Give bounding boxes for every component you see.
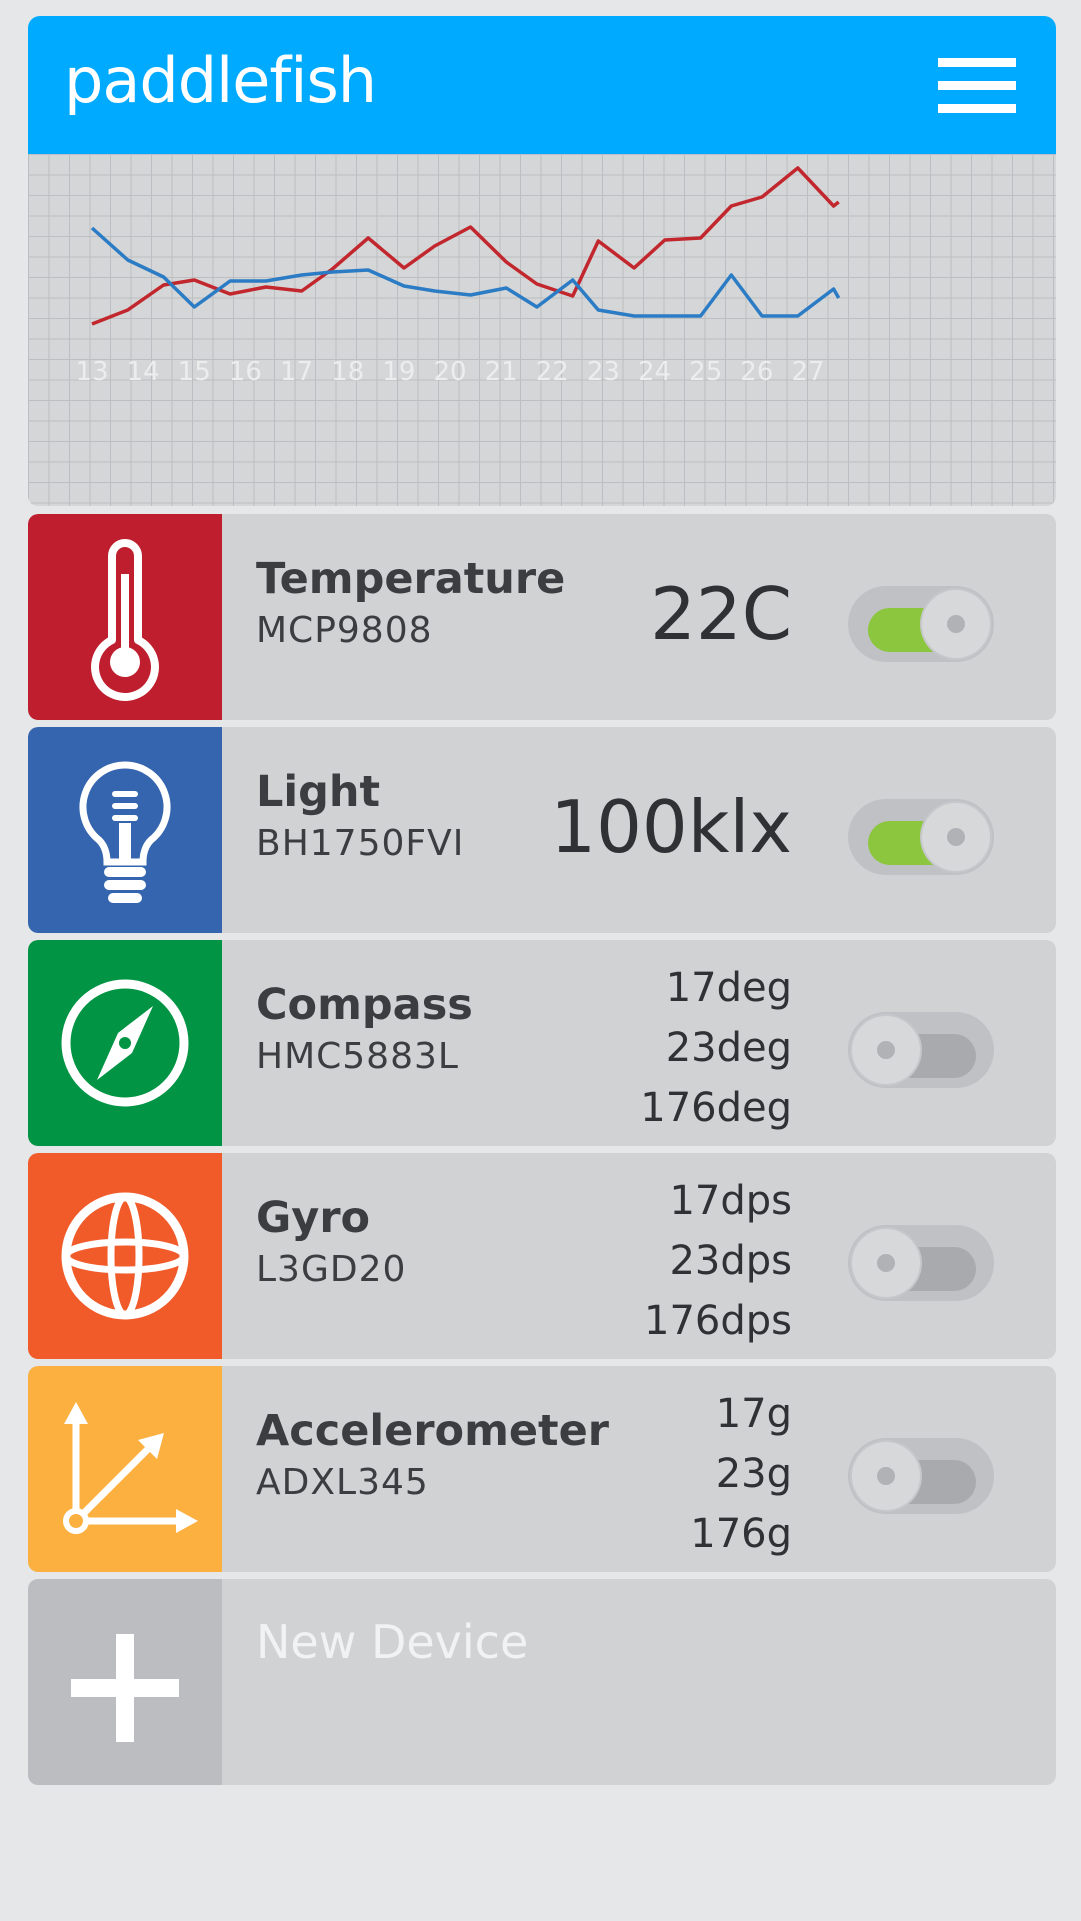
- device-value-y: 23g: [715, 1451, 792, 1497]
- device-tile-compass: [28, 940, 222, 1146]
- app-logo: paddlefish: [64, 44, 377, 117]
- device-tile-gyro: [28, 1153, 222, 1359]
- app-container: paddlefish 13 14 15 16 17 18 19 20 21 22 23 24 25 26 2…: [28, 16, 1056, 506]
- device-tile-accelerometer: [28, 1366, 222, 1572]
- device-model: HMC5883L: [256, 1036, 459, 1077]
- device-row-light[interactable]: Light BH1750FVI 100klx: [28, 727, 1056, 933]
- device-tile-light: [28, 727, 222, 933]
- device-name: Light: [256, 767, 381, 817]
- chart-svg: 13 14 15 16 17 18 19 20 21 22 23 24 25 26 27: [75, 166, 841, 387]
- gyroscope-icon: [61, 1192, 189, 1320]
- x-tick-label: 17: [280, 357, 313, 387]
- app-header: paddlefish: [28, 16, 1056, 154]
- device-value-z: 176deg: [640, 1085, 792, 1131]
- series-line-1: [90, 226, 841, 318]
- x-tick-label: 22: [536, 357, 569, 387]
- x-tick-label: 14: [127, 357, 160, 387]
- new-device-tile[interactable]: [28, 1579, 222, 1785]
- device-name: Accelerometer: [256, 1406, 609, 1456]
- device-value-z: 176g: [690, 1511, 792, 1557]
- device-toggle-light[interactable]: [848, 799, 994, 875]
- x-tick-label: 27: [791, 357, 824, 387]
- device-model: BH1750FVI: [256, 823, 465, 864]
- x-tick-label: 25: [689, 357, 722, 387]
- x-tick-label: 21: [485, 357, 518, 387]
- device-values: 17dps 23dps 176dps: [644, 1171, 792, 1351]
- device-model: ADXL345: [256, 1462, 429, 1503]
- plus-icon: [71, 1634, 179, 1742]
- device-value-x: 17deg: [665, 965, 792, 1011]
- device-name: Gyro: [256, 1193, 371, 1243]
- x-tick-label: 20: [433, 357, 466, 387]
- device-value-y: 23dps: [669, 1238, 792, 1284]
- device-name: Temperature: [256, 554, 566, 604]
- compass-icon: [61, 979, 189, 1107]
- thermometer-icon: [91, 539, 159, 702]
- x-tick-label: 15: [178, 357, 211, 387]
- device-row-gyro[interactable]: Gyro L3GD20 17dps 23dps 176dps: [28, 1153, 1056, 1359]
- device-toggle-temperature[interactable]: [848, 586, 994, 662]
- device-values: 17deg 23deg 176deg: [640, 958, 792, 1138]
- device-toggle-compass[interactable]: [848, 1012, 994, 1088]
- device-row-compass[interactable]: Compass HMC5883L 17deg 23deg 176deg: [28, 940, 1056, 1146]
- x-tick-label: 18: [331, 357, 364, 387]
- device-value-x: 17dps: [669, 1178, 792, 1224]
- device-toggle-gyro[interactable]: [848, 1225, 994, 1301]
- x-tick-label: 23: [587, 357, 620, 387]
- device-values: 17g 23g 176g: [690, 1384, 792, 1564]
- x-tick-label: 13: [75, 357, 108, 387]
- device-value-x: 17g: [715, 1391, 792, 1437]
- hamburger-menu-icon[interactable]: [938, 58, 1016, 114]
- device-name: Compass: [256, 980, 473, 1030]
- device-value-y: 23deg: [665, 1025, 792, 1071]
- new-device-label: New Device: [256, 1615, 529, 1669]
- lightbulb-icon: [79, 761, 171, 903]
- x-tick-label: 19: [382, 357, 415, 387]
- device-row-temperature[interactable]: Temperature MCP9808 22C: [28, 514, 1056, 720]
- device-tile-temperature: [28, 514, 222, 720]
- device-model: L3GD20: [256, 1249, 407, 1290]
- device-toggle-accelerometer[interactable]: [848, 1438, 994, 1514]
- new-device-row[interactable]: New Device: [28, 1579, 1056, 1785]
- device-value: 22C: [650, 572, 792, 656]
- device-value: 100klx: [550, 785, 792, 869]
- device-value-z: 176dps: [644, 1298, 792, 1344]
- x-tick-label: 16: [229, 357, 262, 387]
- x-tick-label: 26: [740, 357, 773, 387]
- axes-icon: [63, 1402, 198, 1534]
- sensor-history-chart: 13 14 15 16 17 18 19 20 21 22 23 24 25 26 27: [28, 154, 1056, 506]
- device-row-accelerometer[interactable]: Accelerometer ADXL345 17g 23g 176g: [28, 1366, 1056, 1572]
- x-tick-label: 24: [638, 357, 671, 387]
- device-model: MCP9808: [256, 610, 433, 651]
